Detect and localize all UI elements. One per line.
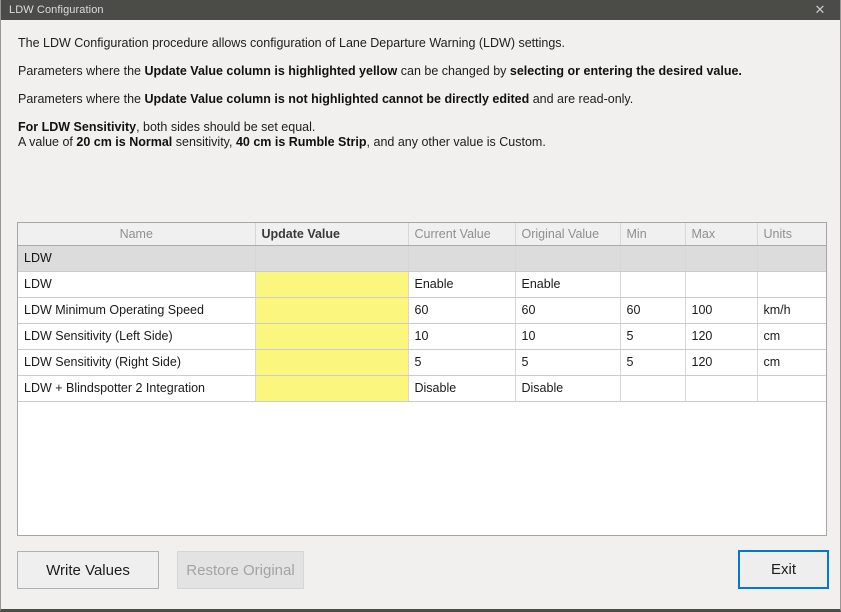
update-value-cell[interactable] <box>255 349 408 375</box>
intro-text: The LDW Configuration procedure allows c… <box>18 36 826 163</box>
name-cell: LDW Sensitivity (Left Side) <box>18 323 255 349</box>
write-values-button[interactable]: Write Values <box>17 551 159 589</box>
original-cell: 60 <box>515 297 620 323</box>
current-cell: 5 <box>408 349 515 375</box>
column-header-min: Min <box>620 223 685 245</box>
column-header-update: Update Value <box>255 223 408 245</box>
update-value-cell[interactable] <box>255 323 408 349</box>
current-cell: 10 <box>408 323 515 349</box>
min-cell: 5 <box>620 323 685 349</box>
units-cell <box>757 271 827 297</box>
units-cell: cm <box>757 349 827 375</box>
parameters-table: NameUpdate ValueCurrent ValueOriginal Va… <box>17 222 827 536</box>
min-cell: 60 <box>620 297 685 323</box>
update-value-cell[interactable] <box>255 271 408 297</box>
current-cell <box>408 245 515 271</box>
original-cell: Disable <box>515 375 620 401</box>
window-title: LDW Configuration <box>1 4 104 16</box>
titlebar: LDW Configuration ✕ <box>1 0 840 20</box>
name-cell: LDW Sensitivity (Right Side) <box>18 349 255 375</box>
original-cell: Enable <box>515 271 620 297</box>
max-cell: 120 <box>685 349 757 375</box>
exit-button[interactable]: Exit <box>738 550 829 589</box>
min-cell <box>620 375 685 401</box>
units-cell <box>757 375 827 401</box>
column-header-units: Units <box>757 223 827 245</box>
column-header-original: Original Value <box>515 223 620 245</box>
original-cell: 5 <box>515 349 620 375</box>
table-header-row: NameUpdate ValueCurrent ValueOriginal Va… <box>18 223 827 245</box>
name-cell: LDW + Blindspotter 2 Integration <box>18 375 255 401</box>
intro-paragraph: Parameters where the Update Value column… <box>18 64 826 79</box>
units-cell <box>757 245 827 271</box>
max-cell: 100 <box>685 297 757 323</box>
max-cell <box>685 375 757 401</box>
original-cell <box>515 245 620 271</box>
min-cell <box>620 271 685 297</box>
original-cell: 10 <box>515 323 620 349</box>
current-cell: Disable <box>408 375 515 401</box>
column-header-current: Current Value <box>408 223 515 245</box>
table-row: LDW + Blindspotter 2 Integration DisableD… <box>18 375 827 401</box>
table-row: LDW Minimum Operating Speed606060100km/h <box>18 297 827 323</box>
intro-paragraph: The LDW Configuration procedure allows c… <box>18 36 826 51</box>
table-row: LDW Sensitivity (Left Side)10105120cm <box>18 323 827 349</box>
column-header-max: Max <box>685 223 757 245</box>
max-cell <box>685 245 757 271</box>
table-row: LDW Sensitivity (Right Side)555120cm <box>18 349 827 375</box>
restore-original-button[interactable]: Restore Original <box>177 551 304 589</box>
intro-paragraph: For LDW Sensitivity, both sides should b… <box>18 120 826 150</box>
units-cell: km/h <box>757 297 827 323</box>
section-row: LDW <box>18 245 827 271</box>
name-cell: LDW Minimum Operating Speed <box>18 297 255 323</box>
table-row: LDW EnableEnable <box>18 271 827 297</box>
min-cell <box>620 245 685 271</box>
min-cell: 5 <box>620 349 685 375</box>
name-cell: LDW <box>18 245 255 271</box>
intro-paragraph: Parameters where the Update Value column… <box>18 92 826 107</box>
update-value-cell[interactable] <box>255 297 408 323</box>
name-cell: LDW <box>18 271 255 297</box>
ldw-configuration-dialog: LDW Configuration ✕ The LDW Configuratio… <box>0 0 841 612</box>
close-icon[interactable]: ✕ <box>806 0 834 20</box>
max-cell: 120 <box>685 323 757 349</box>
current-cell: 60 <box>408 297 515 323</box>
current-cell: Enable <box>408 271 515 297</box>
column-header-name: Name <box>18 223 255 245</box>
units-cell: cm <box>757 323 827 349</box>
update-cell <box>255 245 408 271</box>
update-value-cell[interactable] <box>255 375 408 401</box>
max-cell <box>685 271 757 297</box>
